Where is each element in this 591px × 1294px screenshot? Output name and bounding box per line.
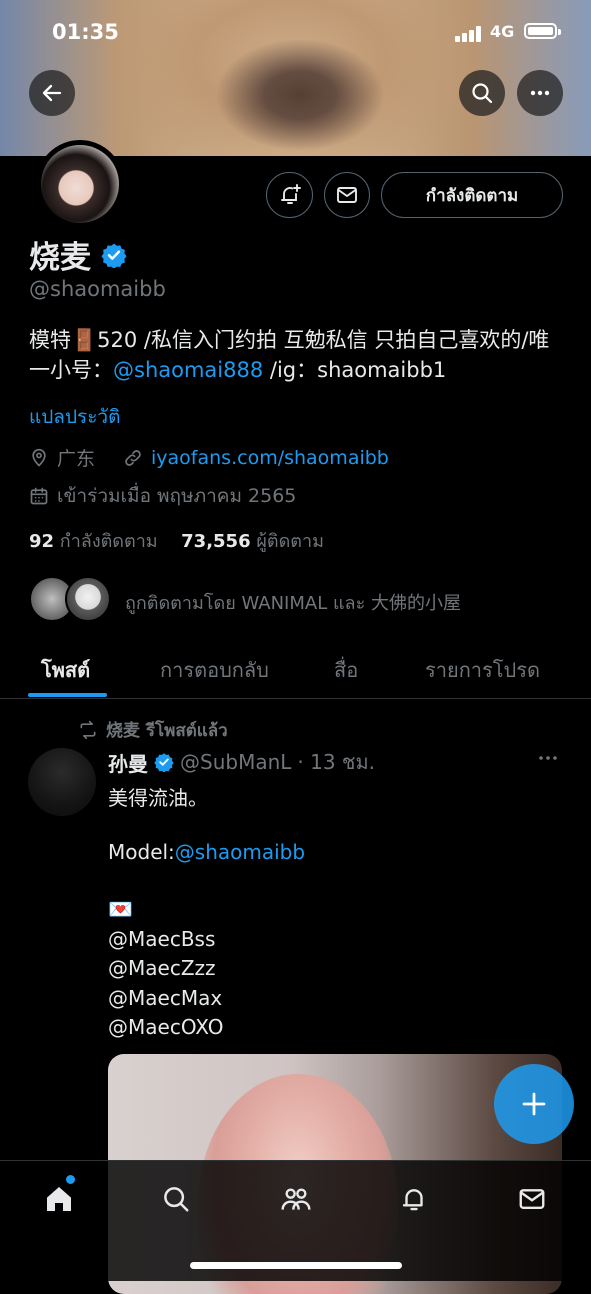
nav-home[interactable]	[41, 1181, 77, 1217]
repost-indicator: 烧麦 รีโพสต์แล้ว	[78, 716, 228, 744]
bio-tail: /ig：shaomaibb1	[263, 358, 447, 382]
post-author-handle[interactable]: @SubManL	[180, 750, 291, 774]
location-pin-icon	[32, 448, 46, 467]
followers-count: 73,556	[181, 531, 251, 552]
link-icon	[125, 449, 141, 466]
post-mention-1[interactable]: @MaecBss	[108, 927, 215, 951]
profile-website-link[interactable]: iyaofans.com/shaomaibb	[151, 447, 389, 469]
search-icon	[164, 1187, 189, 1212]
communities-icon	[281, 1188, 311, 1210]
compose-post-button[interactable]	[494, 1064, 574, 1144]
repost-icon	[80, 720, 96, 740]
back-button[interactable]	[29, 70, 75, 116]
following-button[interactable]: กำลังติดตาม	[381, 172, 563, 218]
translate-bio-link[interactable]: แปลประวัติ	[29, 402, 120, 432]
status-bar: 01:35 4G	[0, 18, 591, 48]
profile-joined-date: เข้าร่วมเมื่อ พฤษภาคม 2565	[57, 485, 297, 507]
followers-label: ผู้ติดตาม	[256, 531, 324, 552]
post-text-line-1: 美得流油。	[108, 786, 208, 810]
follower-avatar-2	[65, 576, 111, 622]
status-time: 01:35	[52, 20, 119, 44]
notifications-bell-button[interactable]	[266, 172, 313, 218]
profile-handle: @shaomaibb	[29, 277, 166, 301]
post-model-line: Model:@shaomaibb	[108, 840, 305, 864]
following-count-link[interactable]: 92 กำลังติดตาม	[29, 531, 158, 552]
follow-counts: 92 กำลังติดตาม 73,556 ผู้ติดตาม	[29, 526, 324, 555]
post-author-name[interactable]: 孙曼	[108, 748, 148, 777]
message-button[interactable]	[324, 172, 370, 218]
post-more-button[interactable]	[536, 746, 560, 775]
profile-bio: 模特🚪520 /私信入门约拍 互勉私信 只拍自己喜欢的/唯一小号：@shaoma…	[29, 325, 559, 385]
joined-row: เข้าร่วมเมื่อ พฤษภาคม 2565	[29, 481, 296, 511]
avatar-photo	[41, 145, 119, 223]
profile-name-row: 烧麦	[29, 232, 127, 277]
home-notification-dot	[66, 1175, 75, 1184]
more-options-button[interactable]	[517, 70, 563, 116]
verified-badge-icon	[154, 753, 174, 772]
network-label: 4G	[490, 22, 515, 41]
tab-likes[interactable]: รายการโปรด	[425, 654, 540, 686]
nav-messages[interactable]	[514, 1181, 550, 1217]
nav-communities[interactable]	[278, 1181, 314, 1217]
signal-icon	[455, 26, 483, 42]
post-heart-emoji: 💌	[108, 897, 133, 921]
bell-plus-icon	[280, 184, 301, 204]
nav-notifications[interactable]	[396, 1181, 432, 1217]
home-indicator[interactable]	[190, 1262, 402, 1269]
tab-replies[interactable]: การตอบกลับ	[160, 654, 269, 686]
calendar-icon	[30, 487, 48, 505]
bell-icon	[402, 1189, 423, 1211]
following-count: 92	[29, 531, 55, 552]
post-model-prefix: Model:	[108, 840, 175, 864]
envelope-icon	[337, 187, 357, 203]
post-time: · 13 ชม.	[297, 750, 376, 774]
profile-location: 广东	[57, 448, 96, 470]
repost-label: 烧麦 รีโพสต์แล้ว	[106, 721, 228, 741]
followers-count-link[interactable]: 73,556 ผู้ติดตาม	[181, 531, 324, 552]
bio-mention-link[interactable]: @shaomai888	[113, 358, 263, 382]
verified-badge-icon	[101, 243, 127, 268]
more-dots-icon	[539, 756, 557, 760]
more-dots-icon	[530, 90, 550, 96]
following-label: กำลังติดตาม	[59, 531, 158, 552]
plus-icon	[522, 1092, 546, 1116]
active-tab-indicator	[28, 693, 107, 697]
post-model-mention[interactable]: @shaomaibb	[175, 840, 305, 864]
followed-by-text: ถูกติดตามโดย WANIMAL และ 大佛的小屋	[125, 593, 461, 614]
home-icon	[47, 1187, 71, 1211]
search-button[interactable]	[459, 70, 505, 116]
battery-icon	[524, 23, 557, 39]
envelope-icon	[519, 1189, 545, 1209]
followed-by-row[interactable]: ถูกติดตามโดย WANIMAL และ 大佛的小屋	[29, 576, 569, 624]
battery-tip	[558, 29, 561, 35]
post-mention-4[interactable]: @MaecOXO	[108, 1015, 223, 1039]
back-arrow-icon	[42, 84, 62, 102]
profile-name: 烧麦	[29, 240, 91, 276]
post-mention-2[interactable]: @MaecZzz	[108, 956, 216, 980]
nav-search[interactable]	[158, 1181, 194, 1217]
search-icon	[472, 83, 493, 104]
post-mention-3[interactable]: @MaecMax	[108, 986, 222, 1010]
tab-posts[interactable]: โพสต์	[41, 654, 90, 686]
post-author-avatar[interactable]	[28, 748, 96, 816]
profile-avatar[interactable]	[36, 140, 124, 228]
profile-meta-row: 广东 iyaofans.com/shaomaibb	[29, 444, 389, 471]
profile-tabs: โพสต์ การตอบกลับ สื่อ รายการโปรด	[0, 636, 591, 699]
tab-media[interactable]: สื่อ	[334, 654, 358, 686]
post-header: 孙曼 @SubManL · 13 ชม.	[108, 746, 375, 778]
